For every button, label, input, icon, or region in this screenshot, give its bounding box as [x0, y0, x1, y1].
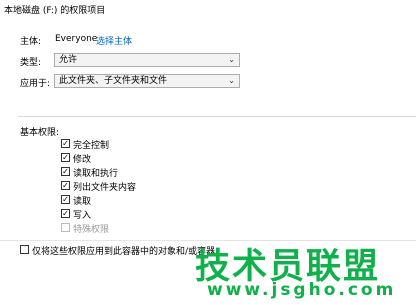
select-principal-link[interactable]: 选择主体 [96, 34, 132, 47]
checkbox[interactable]: ✓ [61, 167, 70, 176]
principal-value: Everyone [55, 34, 98, 44]
permission-label: 列出文件夹内容 [73, 183, 137, 193]
checkbox[interactable]: ✓ [61, 209, 70, 218]
permission-label: 写入 [73, 211, 92, 221]
checkbox[interactable]: ✓ [61, 181, 70, 190]
permission-label: 读取 [73, 197, 92, 207]
type-label: 类型: [20, 58, 42, 68]
checkbox[interactable]: ✓ [61, 195, 70, 204]
type-select[interactable]: 允许 ⌄ [54, 53, 240, 67]
permission-label: 读取和执行 [73, 169, 119, 179]
watermark-url: www.jsgho.com [207, 280, 397, 300]
applies-to-select-value: 此文件夹、子文件夹和文件 [59, 76, 168, 86]
applies-to-label: 应用于: [20, 79, 51, 89]
checkbox[interactable]: ✓ [61, 153, 70, 162]
applies-to-select[interactable]: 此文件夹、子文件夹和文件 ⌄ [54, 74, 240, 88]
chevron-down-icon: ⌄ [228, 55, 235, 64]
title-bar: 本地磁盘 (F:) 的权限项目 [0, 0, 416, 16]
apply-only-checkbox[interactable] [20, 245, 29, 254]
watermark: 技术员联盟 www.jsgho.com [195, 238, 413, 303]
type-select-value: 允许 [59, 55, 78, 65]
principal-label: 主体: [20, 37, 42, 47]
apply-only-label: 仅将这些权限应用到此容器中的对象和/或容器 [32, 247, 216, 257]
permission-label: 完全控制 [73, 141, 110, 151]
window-title: 本地磁盘 (F:) 的权限项目 [4, 6, 106, 16]
checkbox [61, 223, 70, 232]
checkbox[interactable]: ✓ [61, 139, 70, 148]
basic-permissions-title: 基本权限: [20, 128, 60, 138]
permission-label: 修改 [73, 155, 92, 165]
permission-label: 特殊权限 [73, 225, 110, 235]
chevron-down-icon: ⌄ [228, 76, 235, 85]
